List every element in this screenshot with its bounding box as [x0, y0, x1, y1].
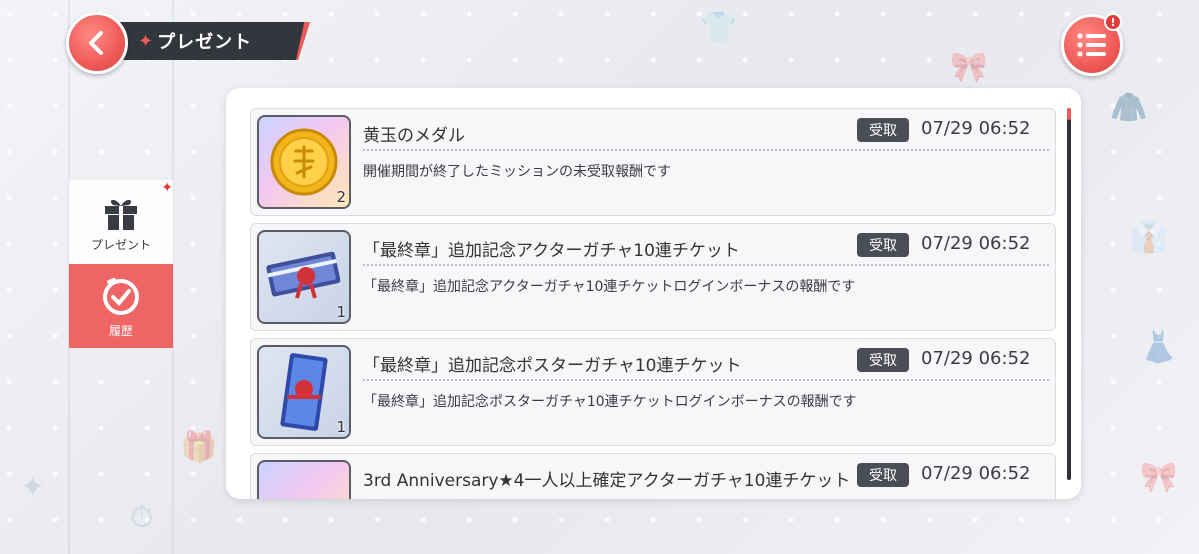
item-thumbnail: 1 [257, 345, 351, 439]
item-description: 「最終章」追加記念アクターガチャ10連チケットログインボーナスの報酬です [363, 279, 856, 295]
item-thumbnail: 2 [257, 115, 351, 209]
page-title: プレゼント [157, 32, 253, 53]
item-timestamp: 07/29 06:52 [921, 348, 1031, 369]
gift-list-panel: 2 黄玉のメダル 受取 07/29 06:52 開催期間が終了したミッションの未… [226, 88, 1081, 499]
item-quantity: 2 [336, 188, 346, 206]
tab-present-label: プレゼント [90, 237, 151, 252]
decorative-dress-icon: 👗 [1140, 330, 1178, 365]
list-menu-icon [1077, 33, 1106, 57]
sparkle-icon: ✦ [138, 30, 154, 52]
item-name: 「最終章」追加記念ポスターガチャ10連チケット [363, 356, 742, 376]
item-thumbnail: 1 [257, 230, 351, 324]
status-badge: 受取 [857, 233, 909, 257]
list-item[interactable]: 1 「最終章」追加記念アクターガチャ10連チケット 受取 07/29 06:52… [250, 223, 1056, 331]
item-timestamp: 07/29 06:52 [921, 233, 1031, 254]
decorative-shirt-icon: 👕 [700, 10, 738, 45]
item-name: 黄玉のメダル [363, 126, 465, 146]
back-button[interactable] [66, 12, 128, 74]
item-quantity: 1 [336, 303, 346, 321]
decorative-gift-icon: 🎁 [180, 430, 218, 465]
list-item[interactable]: 2 黄玉のメダル 受取 07/29 06:52 開催期間が終了したミッションの未… [250, 108, 1056, 216]
page-title-bar: ✦ プレゼント [110, 22, 310, 60]
decorative-jacket-icon: 🧥 [1110, 90, 1148, 125]
tab-present[interactable]: ✦ プレゼント [69, 180, 173, 264]
divider [363, 379, 1049, 381]
decorative-shirt-icon: 👔 [1130, 220, 1168, 255]
divider [363, 149, 1049, 151]
item-name: 「最終章」追加記念アクターガチャ10連チケット [363, 241, 740, 261]
status-badge: 受取 [857, 118, 909, 142]
decorative-star-icon: ✦ [20, 470, 46, 505]
gift-list[interactable]: 2 黄玉のメダル 受取 07/29 06:52 開催期間が終了したミッションの未… [250, 108, 1056, 499]
item-quantity: 1 [336, 418, 346, 436]
item-thumbnail [257, 460, 351, 499]
tab-history[interactable]: 履歴 [69, 264, 173, 348]
chevron-left-icon [89, 31, 103, 55]
item-description: 開催期間が終了したミッションの未受取報酬です [363, 164, 671, 180]
item-description: 「最終章」追加記念ポスターガチャ10連チケットログインボーナスの報酬です [363, 394, 857, 410]
decorative-clock-icon: ⏱ [130, 500, 154, 535]
scrollbar-thumb[interactable] [1067, 108, 1071, 480]
clock-icon [103, 277, 139, 315]
new-sparkle-icon: ✦ [161, 180, 173, 196]
menu-alert-badge: ! [1104, 13, 1122, 31]
list-item[interactable]: 3rd Anniversary★4一人以上確定アクターガチャ10連チケット 受取… [250, 453, 1056, 499]
divider [363, 264, 1049, 266]
item-name: 3rd Anniversary★4一人以上確定アクターガチャ10連チケット [363, 471, 851, 491]
gift-icon [105, 199, 137, 230]
tab-history-label: 履歴 [108, 323, 133, 338]
decorative-bow-icon: 🎀 [1140, 460, 1178, 495]
list-item[interactable]: 1 「最終章」追加記念ポスターガチャ10連チケット 受取 07/29 06:52… [250, 338, 1056, 446]
decorative-bow-icon: 🎀 [950, 50, 988, 85]
scrollbar-cap [1067, 108, 1071, 120]
status-badge: 受取 [857, 348, 909, 372]
item-timestamp: 07/29 06:52 [921, 118, 1031, 139]
menu-button[interactable]: ! [1061, 13, 1123, 76]
item-timestamp: 07/29 06:52 [921, 463, 1031, 484]
status-badge: 受取 [857, 463, 909, 487]
